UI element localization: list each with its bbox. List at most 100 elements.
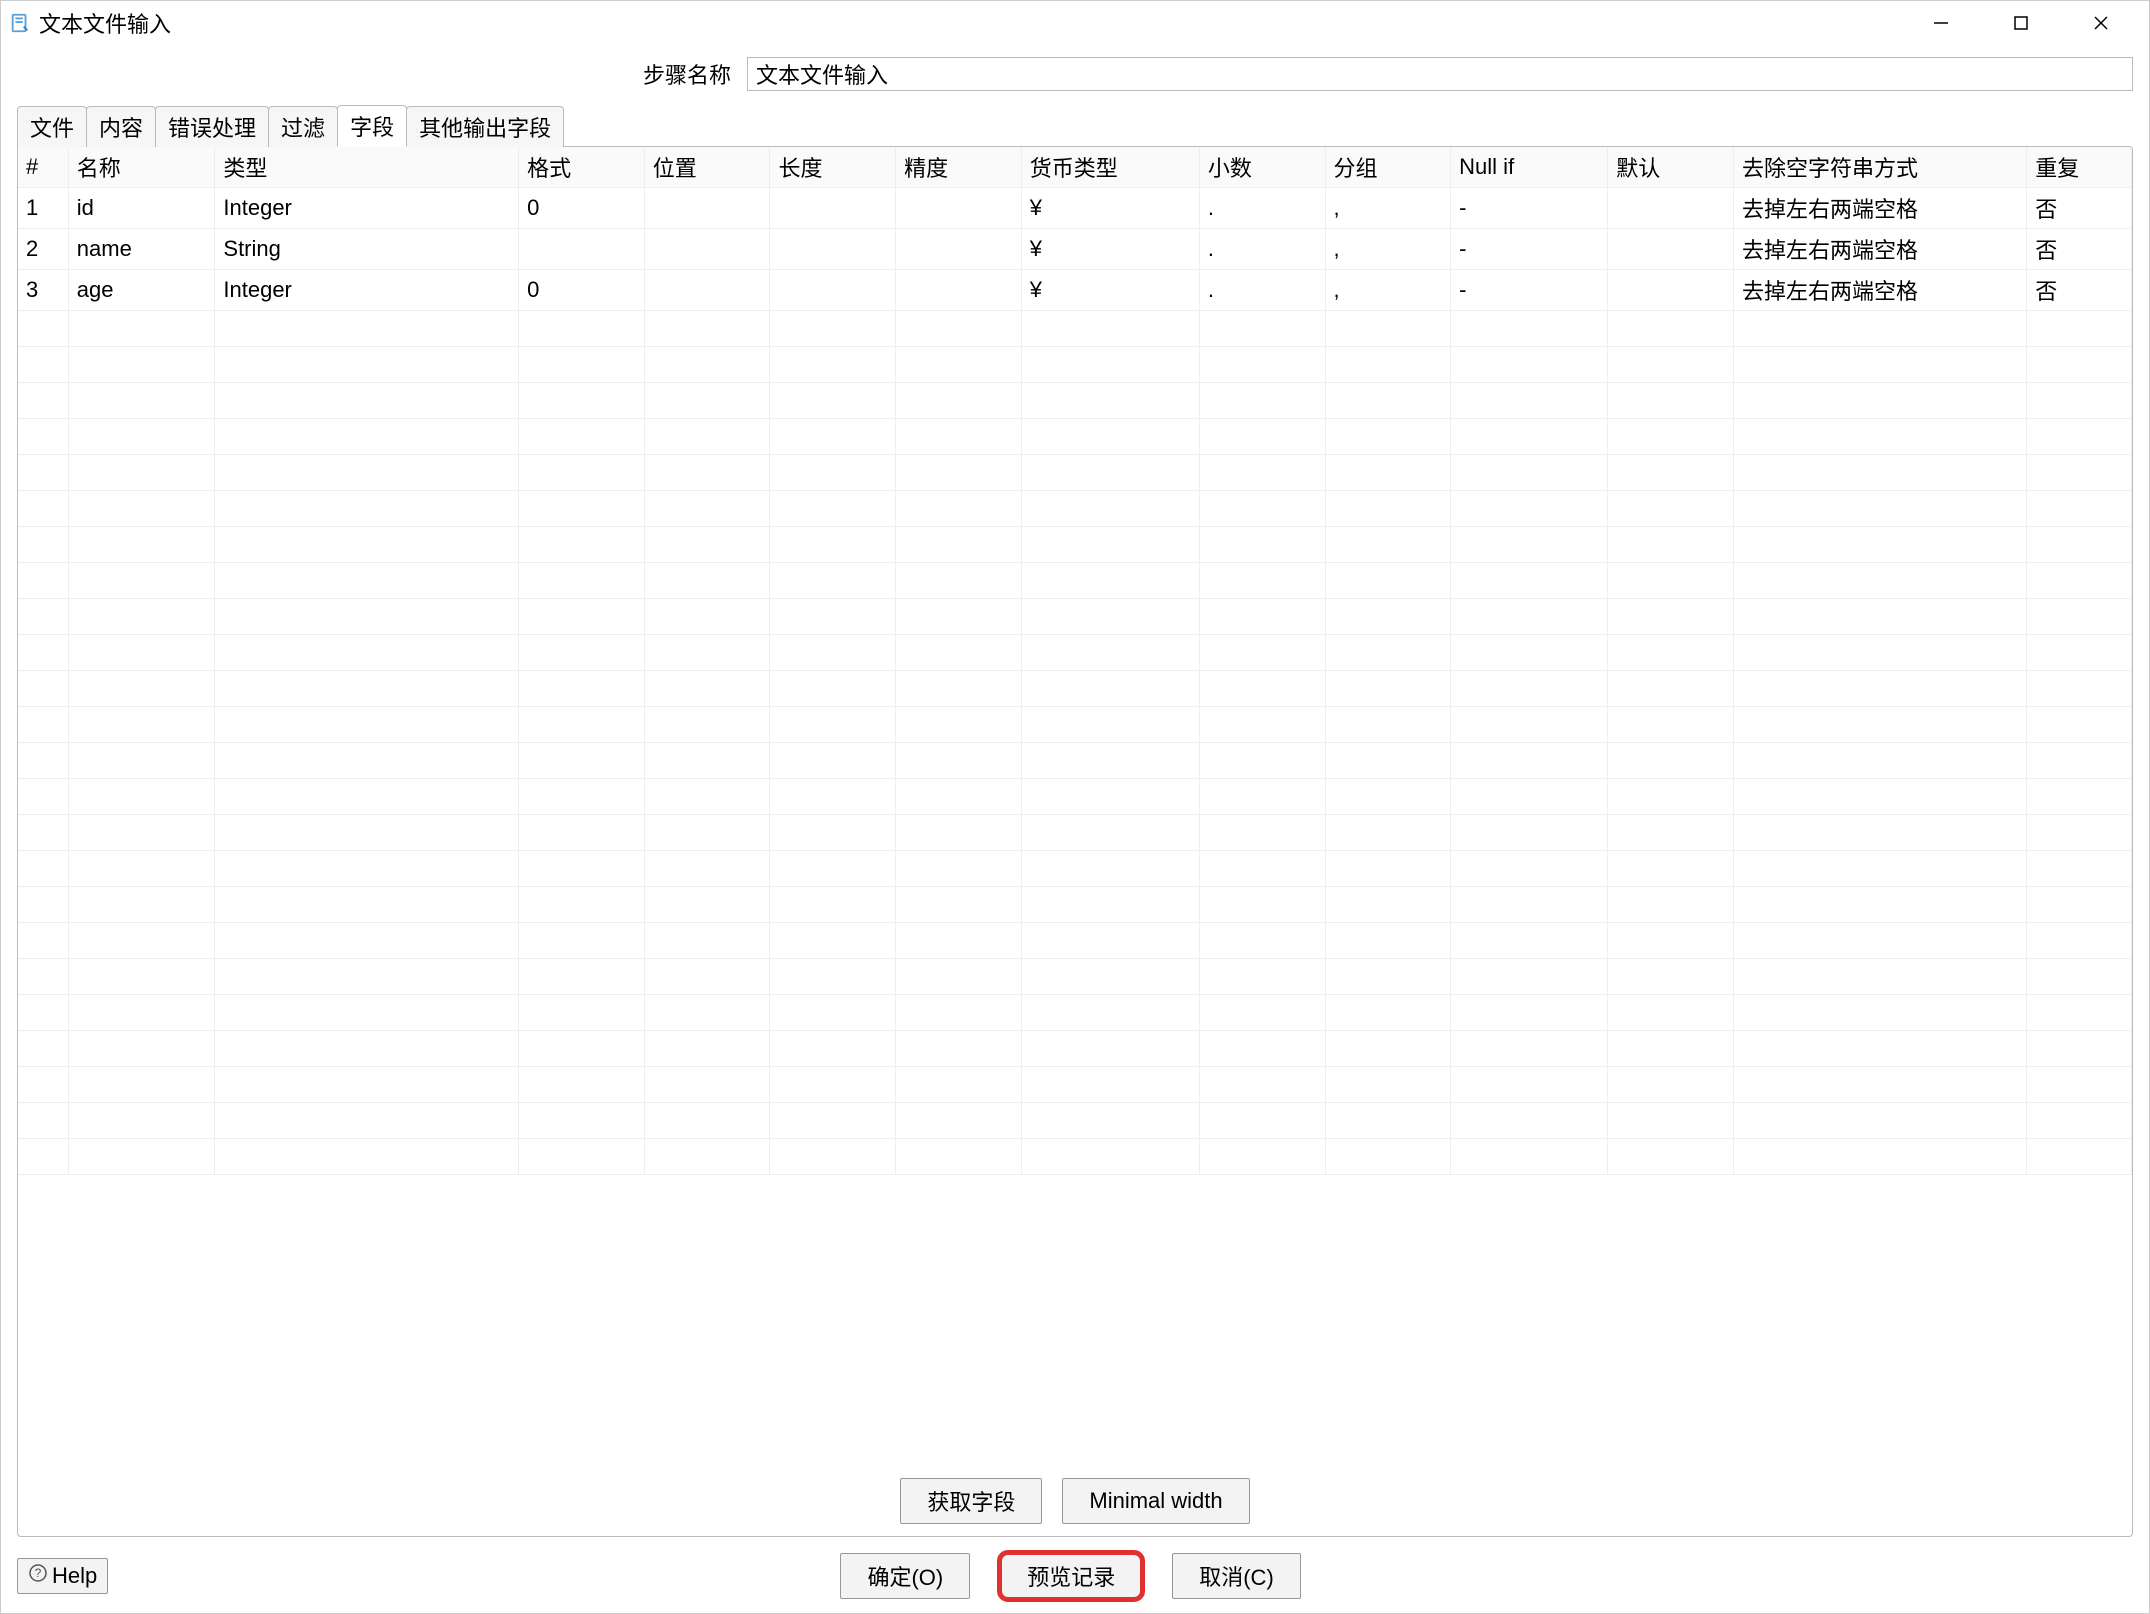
cell-default[interactable] bbox=[1608, 188, 1734, 229]
maximize-button[interactable] bbox=[1981, 1, 2061, 45]
close-button[interactable] bbox=[2061, 1, 2141, 45]
cell-name[interactable]: id bbox=[68, 188, 215, 229]
table-row-empty[interactable]: .............. bbox=[18, 347, 2132, 383]
minimal-width-button[interactable]: Minimal width bbox=[1062, 1478, 1249, 1524]
col-header-decimal[interactable]: 小数 bbox=[1199, 147, 1325, 188]
cell-decimal[interactable]: . bbox=[1199, 270, 1325, 311]
table-row-empty[interactable]: .............. bbox=[18, 923, 2132, 959]
table-row-empty[interactable]: .............. bbox=[18, 887, 2132, 923]
cell-length[interactable] bbox=[770, 188, 896, 229]
cell-currency[interactable]: ¥ bbox=[1021, 229, 1199, 270]
cell-format[interactable]: 0 bbox=[519, 188, 645, 229]
table-row-empty[interactable]: .............. bbox=[18, 563, 2132, 599]
table-row-empty[interactable]: .............. bbox=[18, 1067, 2132, 1103]
cell-length[interactable] bbox=[770, 229, 896, 270]
cell-group[interactable]: , bbox=[1325, 188, 1451, 229]
col-header-currency[interactable]: 货币类型 bbox=[1021, 147, 1199, 188]
col-header-group[interactable]: 分组 bbox=[1325, 147, 1451, 188]
col-header-nullif[interactable]: Null if bbox=[1451, 147, 1608, 188]
cell-nullif[interactable]: - bbox=[1451, 229, 1608, 270]
col-header-repeat[interactable]: 重复 bbox=[2027, 147, 2132, 188]
table-row-empty[interactable]: .............. bbox=[18, 815, 2132, 851]
col-header-position[interactable]: 位置 bbox=[644, 147, 770, 188]
col-header-format[interactable]: 格式 bbox=[519, 147, 645, 188]
table-row-empty[interactable]: .............. bbox=[18, 311, 2132, 347]
cell-group[interactable]: , bbox=[1325, 270, 1451, 311]
cell-format[interactable] bbox=[519, 229, 645, 270]
table-row-empty[interactable]: .............. bbox=[18, 959, 2132, 995]
cell-name[interactable]: age bbox=[68, 270, 215, 311]
cell-num[interactable]: 3 bbox=[18, 270, 68, 311]
tab-fields[interactable]: 字段 bbox=[337, 105, 407, 147]
col-header-trim[interactable]: 去除空字符串方式 bbox=[1733, 147, 2026, 188]
preview-button[interactable]: 预览记录 bbox=[1000, 1553, 1142, 1599]
cell-num[interactable]: 2 bbox=[18, 229, 68, 270]
cell-position[interactable] bbox=[644, 270, 770, 311]
table-row-empty[interactable]: .............. bbox=[18, 743, 2132, 779]
cell-group[interactable]: , bbox=[1325, 229, 1451, 270]
ok-button[interactable]: 确定(O) bbox=[840, 1553, 970, 1599]
tab-file[interactable]: 文件 bbox=[17, 106, 87, 147]
cell-format[interactable]: 0 bbox=[519, 270, 645, 311]
table-row-empty[interactable]: .............. bbox=[18, 635, 2132, 671]
cell-repeat[interactable]: 否 bbox=[2027, 229, 2132, 270]
cell-precision[interactable] bbox=[896, 270, 1022, 311]
cell-type[interactable]: Integer bbox=[215, 188, 519, 229]
table-row-empty[interactable]: .............. bbox=[18, 455, 2132, 491]
get-fields-button[interactable]: 获取字段 bbox=[900, 1478, 1042, 1524]
cell-trim[interactable]: 去掉左右两端空格 bbox=[1733, 229, 2026, 270]
col-header-type[interactable]: 类型 bbox=[215, 147, 519, 188]
cell-position[interactable] bbox=[644, 229, 770, 270]
col-header-num[interactable]: # bbox=[18, 147, 68, 188]
tab-filter[interactable]: 过滤 bbox=[268, 106, 338, 147]
cell-precision[interactable] bbox=[896, 188, 1022, 229]
minimize-button[interactable] bbox=[1901, 1, 1981, 45]
cell-type[interactable]: String bbox=[215, 229, 519, 270]
help-button[interactable]: ? Help bbox=[17, 1558, 108, 1594]
cell-trim[interactable]: 去掉左右两端空格 bbox=[1733, 270, 2026, 311]
fields-table-container[interactable]: # 名称 类型 格式 位置 长度 精度 货币类型 小数 分组 Null if 默… bbox=[18, 147, 2132, 1468]
cell-nullif[interactable]: - bbox=[1451, 188, 1608, 229]
cell-type[interactable]: Integer bbox=[215, 270, 519, 311]
cell-repeat[interactable]: 否 bbox=[2027, 188, 2132, 229]
col-header-default[interactable]: 默认 bbox=[1608, 147, 1734, 188]
table-row[interactable]: 2nameString ¥.,- 去掉左右两端空格否 bbox=[18, 229, 2132, 270]
cell-decimal[interactable]: . bbox=[1199, 229, 1325, 270]
step-name-input[interactable] bbox=[747, 57, 2133, 91]
table-row-empty[interactable]: .............. bbox=[18, 1031, 2132, 1067]
cell-repeat[interactable]: 否 bbox=[2027, 270, 2132, 311]
table-row-empty[interactable]: .............. bbox=[18, 1139, 2132, 1175]
table-row-empty[interactable]: .............. bbox=[18, 851, 2132, 887]
tab-other-output[interactable]: 其他输出字段 bbox=[406, 106, 564, 147]
table-row[interactable]: 1idInteger0 ¥.,- 去掉左右两端空格否 bbox=[18, 188, 2132, 229]
table-row-empty[interactable]: .............. bbox=[18, 419, 2132, 455]
col-header-name[interactable]: 名称 bbox=[68, 147, 215, 188]
tab-error[interactable]: 错误处理 bbox=[155, 106, 269, 147]
cell-nullif[interactable]: - bbox=[1451, 270, 1608, 311]
table-row-empty[interactable]: .............. bbox=[18, 779, 2132, 815]
cell-currency[interactable]: ¥ bbox=[1021, 270, 1199, 311]
table-row[interactable]: 3ageInteger0 ¥.,- 去掉左右两端空格否 bbox=[18, 270, 2132, 311]
table-row-empty[interactable]: .............. bbox=[18, 995, 2132, 1031]
cell-trim[interactable]: 去掉左右两端空格 bbox=[1733, 188, 2026, 229]
cell-precision[interactable] bbox=[896, 229, 1022, 270]
table-row-empty[interactable]: .............. bbox=[18, 599, 2132, 635]
tab-content[interactable]: 内容 bbox=[86, 106, 156, 147]
cell-length[interactable] bbox=[770, 270, 896, 311]
cell-name[interactable]: name bbox=[68, 229, 215, 270]
cell-default[interactable] bbox=[1608, 270, 1734, 311]
cell-default[interactable] bbox=[1608, 229, 1734, 270]
cell-decimal[interactable]: . bbox=[1199, 188, 1325, 229]
table-row-empty[interactable]: .............. bbox=[18, 527, 2132, 563]
table-row-empty[interactable]: .............. bbox=[18, 671, 2132, 707]
col-header-precision[interactable]: 精度 bbox=[896, 147, 1022, 188]
table-row-empty[interactable]: .............. bbox=[18, 383, 2132, 419]
table-row-empty[interactable]: .............. bbox=[18, 1103, 2132, 1139]
cell-num[interactable]: 1 bbox=[18, 188, 68, 229]
cell-position[interactable] bbox=[644, 188, 770, 229]
table-row-empty[interactable]: .............. bbox=[18, 491, 2132, 527]
cell-currency[interactable]: ¥ bbox=[1021, 188, 1199, 229]
table-row-empty[interactable]: .............. bbox=[18, 707, 2132, 743]
col-header-length[interactable]: 长度 bbox=[770, 147, 896, 188]
cancel-button[interactable]: 取消(C) bbox=[1172, 1553, 1301, 1599]
